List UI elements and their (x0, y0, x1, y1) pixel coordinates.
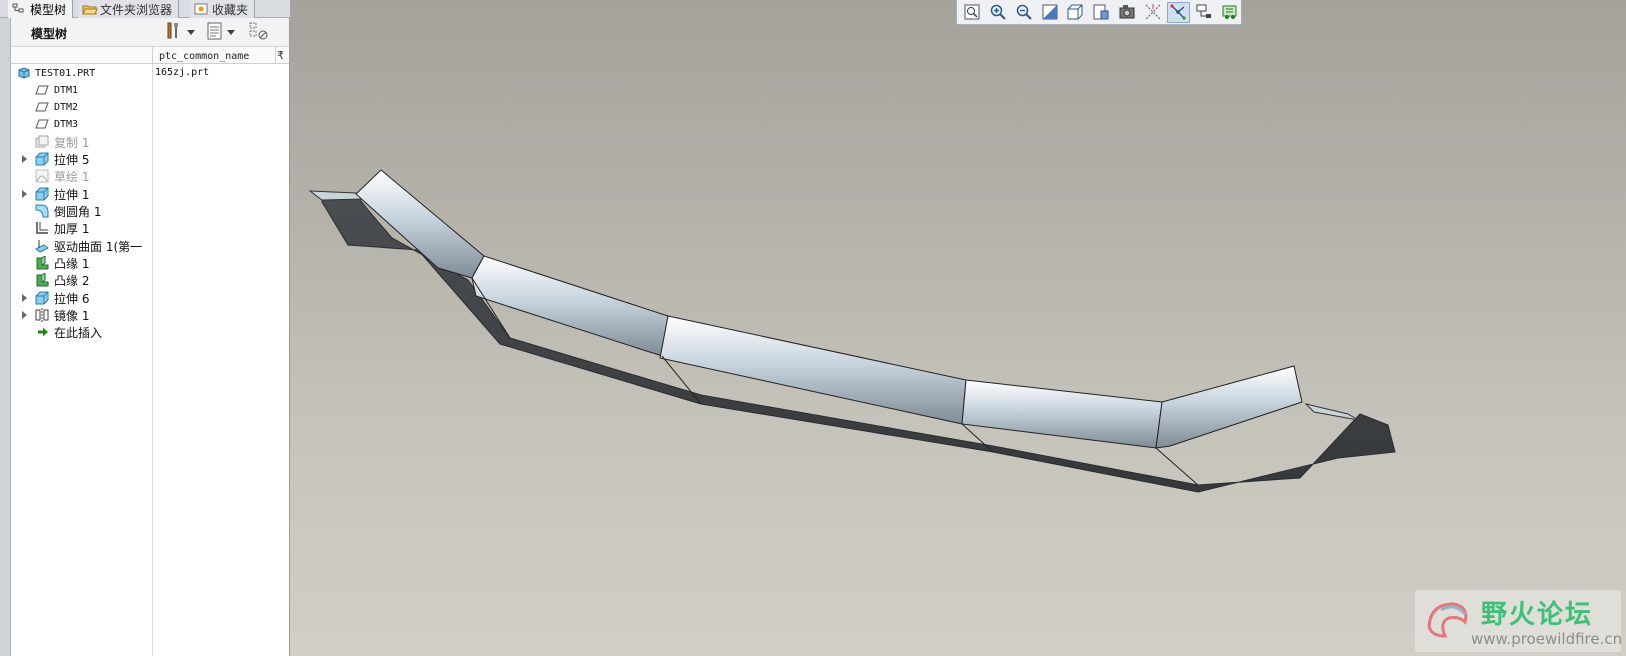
tree-item-driven-surface-1[interactable]: 驱动曲面 1(第一 (11, 237, 152, 255)
extrude-icon (35, 187, 49, 201)
expand-arrow-icon[interactable] (22, 155, 27, 163)
tree-item-label: 拉伸 1 (54, 187, 90, 202)
tree-item-label: 在此插入 (54, 325, 103, 340)
tree-item-sketch-1[interactable]: 草绘 1 (11, 167, 152, 185)
tools-icon (165, 22, 183, 43)
tree-item-label: 倒圆角 1 (54, 204, 102, 219)
driven-surface-icon (35, 239, 49, 253)
tree-item-flange-1[interactable]: 凸缘 1 (11, 254, 152, 272)
extrude-icon (35, 291, 49, 305)
tree-item-dtm2[interactable]: DTM2 (11, 98, 152, 116)
tab-label: 文件夹浏览器 (100, 2, 173, 17)
tree-item-dtm1[interactable]: DTM1 (11, 81, 152, 99)
model-rendering[interactable] (290, 0, 1626, 656)
tree-item-label: DTM3 (54, 118, 79, 130)
datum-plane-icon (35, 84, 49, 98)
model-tree-title: 模型树 (31, 27, 68, 41)
tree-item-flange-2[interactable]: 凸缘 2 (11, 271, 152, 289)
model-top-face-segment-4 (961, 379, 1163, 449)
extrude-icon (35, 152, 49, 166)
flange-icon (35, 255, 49, 270)
model-side-face (321, 195, 1396, 493)
tree-item-label: 驱动曲面 1(第一 (54, 239, 143, 254)
tree-item-common-name: 165zj.prt (155, 67, 210, 78)
expand-arrow-icon[interactable] (22, 294, 27, 302)
tree-item-label: DTM2 (54, 101, 79, 113)
expand-arrow-icon[interactable] (22, 190, 27, 198)
chevron-down-icon (227, 29, 235, 35)
model-top-face-segment-3 (659, 315, 967, 425)
forum-watermark: 野火论坛 www.proewildfire.cn (1415, 590, 1623, 652)
model-tree-panel: 模型树 文件夹浏览器 收藏夹 模型树 ptc_common_name ₹ TES… (0, 0, 290, 656)
datum-plane-icon (35, 101, 49, 115)
datum-plane-icon (35, 118, 49, 132)
tree-item-test01-prt[interactable]: TEST01.PRT (11, 64, 152, 82)
settings-dropdown[interactable] (165, 22, 195, 43)
navigator-tab-bar: 模型树 文件夹浏览器 收藏夹 (0, 0, 290, 18)
column-header-extra[interactable]: ₹ (277, 49, 284, 62)
tree-item-label: 复制 1 (54, 135, 90, 150)
tree-item-label: 镜像 1 (54, 308, 90, 323)
tab-label: 模型树 (30, 2, 67, 17)
tab-model-tree[interactable]: 模型树 (8, 0, 74, 18)
model-top-face-segment-5 (1155, 365, 1303, 449)
show-dropdown[interactable] (207, 22, 235, 43)
sketch-icon (35, 169, 49, 183)
tree-item-label: TEST01.PRT (35, 67, 96, 79)
thicken-icon (35, 221, 49, 235)
watermark-url: www.proewildfire.cn (1471, 630, 1623, 648)
chevron-down-icon (187, 29, 195, 35)
part-icon (17, 66, 31, 80)
expand-arrow-icon[interactable] (22, 311, 27, 319)
favorites-icon (194, 3, 208, 15)
tree-item-round-1[interactable]: 倒圆角 1 (11, 202, 152, 220)
watermark-title: 野火论坛 (1481, 600, 1594, 630)
column-divider (152, 64, 153, 656)
panel-edge-strip (0, 0, 11, 656)
hide-toggle[interactable] (249, 22, 269, 43)
tree-item-extrude-1[interactable]: 拉伸 1 (11, 185, 152, 203)
tree-item-label: 拉伸 5 (54, 152, 90, 167)
mirror-icon (35, 308, 49, 322)
model-tree-header: 模型树 (11, 18, 289, 46)
list-view-icon (207, 22, 223, 43)
tree-item-dtm3[interactable]: DTM3 (11, 115, 152, 133)
flange-icon (35, 272, 49, 287)
left-end-flange (308, 190, 366, 201)
tree-item-label: 凸缘 1 (54, 256, 90, 271)
graphics-viewport[interactable]: 野火论坛 www.proewildfire.cn (290, 0, 1626, 656)
model-tree-icon (12, 3, 26, 15)
hide-items-icon (249, 22, 269, 43)
right-end-flange (1304, 403, 1359, 421)
tree-item-copy-1[interactable]: 复制 1 (11, 133, 152, 151)
tree-item-label: 加厚 1 (54, 221, 90, 236)
tree-item-thicken-1[interactable]: 加厚 1 (11, 219, 152, 237)
model-tree-list: TEST01.PRT 165zj.prt DTM1 DTM2 DTM3 复制 1… (11, 64, 289, 656)
tree-item-label: 凸缘 2 (54, 273, 90, 288)
copy-feature-icon (35, 135, 49, 149)
folder-icon (82, 3, 98, 15)
round-icon (35, 204, 49, 218)
tree-item-label: 拉伸 6 (54, 291, 90, 306)
tree-item-extrude-5[interactable]: 拉伸 5 (11, 150, 152, 168)
tab-favorites[interactable]: 收藏夹 (190, 0, 256, 18)
watermark-logo-icon (1421, 596, 1475, 649)
insert-here-arrow-icon (37, 326, 51, 340)
tab-label: 收藏夹 (212, 2, 249, 17)
tree-item-mirror-1[interactable]: 镜像 1 (11, 306, 152, 324)
tab-folder-browser[interactable]: 文件夹浏览器 (78, 0, 180, 18)
tree-item-label: 草绘 1 (54, 169, 90, 184)
tree-column-header: ptc_common_name ₹ (11, 46, 289, 64)
tree-item-extrude-6[interactable]: 拉伸 6 (11, 289, 152, 307)
tree-item-insert-here[interactable]: 在此插入 (11, 323, 152, 341)
tree-item-label: DTM1 (54, 84, 79, 96)
column-header-common-name[interactable]: ptc_common_name (152, 47, 276, 64)
